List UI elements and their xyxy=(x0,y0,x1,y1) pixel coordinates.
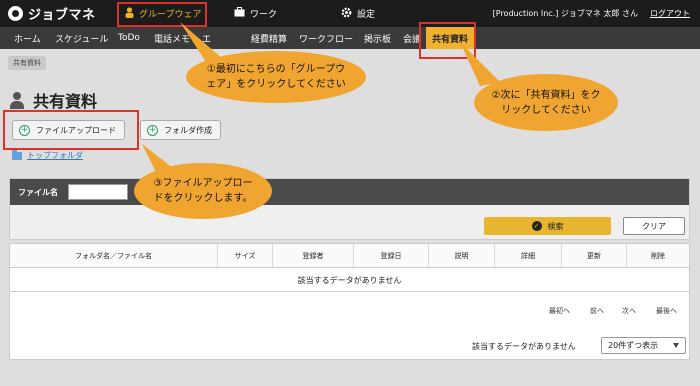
briefcase-icon xyxy=(234,7,245,20)
app-logo[interactable]: ジョブマネ xyxy=(8,5,96,23)
search-button-label: 検索 xyxy=(547,221,564,231)
topnav-work-label: ワーク xyxy=(250,10,278,20)
column-registrant[interactable]: 登録者 xyxy=(273,244,354,268)
user-area: [Production Inc.] ジョブマネ 太郎 さん ログアウト xyxy=(493,0,690,27)
gear-icon xyxy=(341,7,352,21)
callout-step3: ③ファイルアップロードをクリックします。 xyxy=(134,163,272,219)
person-icon xyxy=(10,91,24,109)
pager-last[interactable]: 最後へ xyxy=(656,306,677,316)
highlight-upload xyxy=(3,110,139,150)
column-delete[interactable]: 削除 xyxy=(627,244,689,268)
column-update[interactable]: 更新 xyxy=(562,244,627,268)
per-page-select[interactable]: 20件ずつ表示 xyxy=(601,337,686,354)
menu-item-expenses[interactable]: 経費精算 xyxy=(251,27,287,49)
logout-link[interactable]: ログアウト xyxy=(650,8,690,19)
footer-empty-message: 該当するデータがありません xyxy=(472,342,576,351)
page-title: 共有資料 xyxy=(10,88,97,112)
menu-item-workflow[interactable]: ワークフロー xyxy=(299,27,353,49)
results-footer: 該当するデータがありません 20件ずつ表示 xyxy=(9,333,690,360)
empty-row: 該当するデータがありません xyxy=(10,270,689,292)
per-page-value: 20件ずつ表示 xyxy=(608,341,659,350)
clear-button[interactable]: クリア xyxy=(623,217,685,235)
menu-item-todo[interactable]: ToDo xyxy=(118,27,140,49)
user-name: [Production Inc.] ジョブマネ 太郎 さん xyxy=(492,9,638,18)
pager-prev[interactable]: 前へ xyxy=(590,306,604,316)
menu-bar: ホーム スケジュール ToDo 電話メモ エ 経費精算 ワークフロー 掲示板 会… xyxy=(0,27,700,49)
callout-step2: ②次に「共有資料」をクリックしてください xyxy=(474,74,618,131)
check-icon: ✓ xyxy=(531,221,542,231)
pager-first[interactable]: 最初へ xyxy=(549,306,570,316)
top-bar: ジョブマネ グループウェア ワーク 設定 [Production Inc.] ジ… xyxy=(0,0,700,27)
top-folder-label: トップフォルダ xyxy=(27,151,83,160)
chevron-down-icon xyxy=(673,343,679,348)
create-folder-button[interactable]: + フォルダ作成 xyxy=(140,120,221,140)
logo-icon xyxy=(8,6,23,21)
menu-item-home[interactable]: ホーム xyxy=(14,27,41,49)
table-header: フォルダ名／ファイル名 サイズ 登録者 登録日 説明 詳細 更新 削除 xyxy=(10,244,689,268)
search-button[interactable]: ✓ 検索 xyxy=(484,217,611,235)
column-name[interactable]: フォルダ名／ファイル名 xyxy=(10,244,218,268)
pager-next[interactable]: 次へ xyxy=(622,306,636,316)
topnav-settings[interactable]: 設定 xyxy=(341,0,375,27)
column-size[interactable]: サイズ xyxy=(218,244,273,268)
column-detail[interactable]: 詳細 xyxy=(495,244,562,268)
column-date[interactable]: 登録日 xyxy=(354,244,429,268)
filename-label: ファイル名 xyxy=(18,188,58,197)
column-description[interactable]: 説明 xyxy=(429,244,495,268)
create-folder-label: フォルダ作成 xyxy=(164,125,212,135)
app-name: ジョブマネ xyxy=(28,8,96,23)
topnav-work[interactable]: ワーク xyxy=(234,0,277,27)
plus-icon: + xyxy=(147,124,158,136)
folder-icon xyxy=(12,149,22,160)
menu-item-bulletin[interactable]: 掲示板 xyxy=(364,27,391,49)
filename-input[interactable] xyxy=(68,184,128,200)
top-folder-link[interactable]: トップフォルダ xyxy=(12,149,83,161)
breadcrumb-item[interactable]: 共有資料 xyxy=(8,56,46,70)
topnav-settings-label: 設定 xyxy=(357,10,376,20)
search-panel: ファイル名 ✓ 検索 クリア xyxy=(9,178,690,240)
menu-item-schedule[interactable]: スケジュール xyxy=(55,27,108,49)
page-title-text: 共有資料 xyxy=(33,92,98,111)
callout-step1: ①最初にこちらの「グループウェア」をクリックしてください xyxy=(186,51,366,103)
search-header: ファイル名 xyxy=(10,179,689,205)
